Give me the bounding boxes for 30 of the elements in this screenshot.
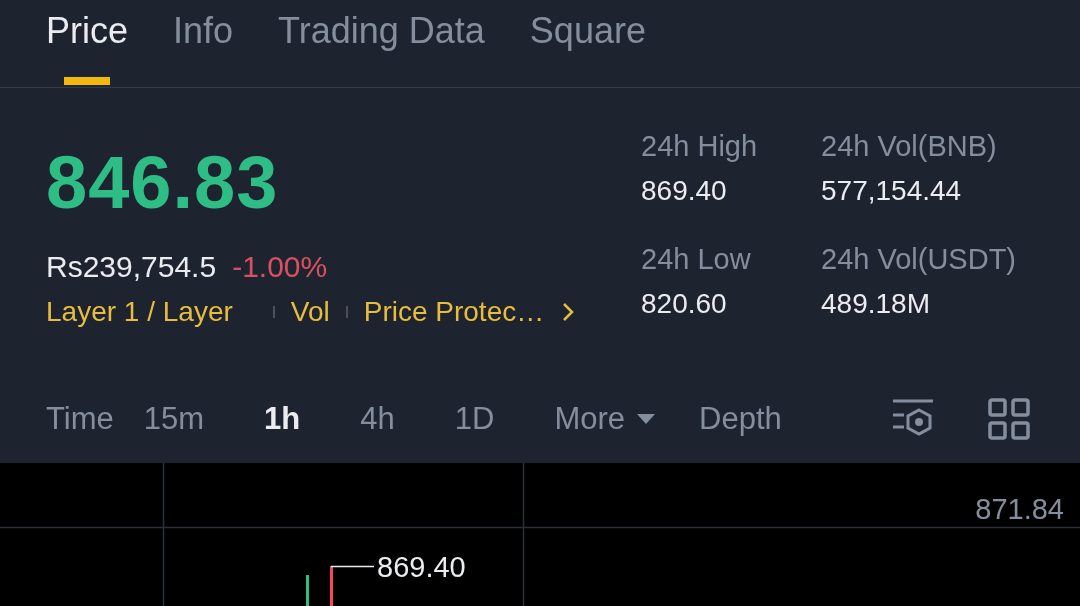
interval-tab[interactable]: 1D: [454, 401, 495, 437]
grid-icon[interactable]: [986, 398, 1032, 440]
last-price: 846.83: [46, 140, 280, 226]
tag-link[interactable]: Price Protec…: [363, 296, 545, 328]
caret-icon: [637, 413, 655, 425]
tab[interactable]: Trading Data: [278, 0, 485, 87]
tag-link[interactable]: Vol: [290, 296, 330, 328]
stat-label: 24h High: [641, 130, 759, 163]
stat-value: 820.60: [641, 288, 728, 320]
more-dropdown[interactable]: More: [554, 401, 655, 437]
stat-value: 489.18M: [821, 288, 931, 320]
interval-tab[interactable]: 1h: [264, 401, 301, 437]
stat-label: 24h Vol(BNB): [821, 130, 998, 163]
price-change: -1.00%: [232, 250, 328, 284]
stat-label: 24h Low: [641, 243, 752, 276]
tab[interactable]: Square: [529, 0, 646, 87]
interval-tab[interactable]: Depth: [699, 401, 782, 437]
fiat-price: Rs239,754.5: [46, 250, 217, 284]
tab[interactable]: Price: [46, 0, 129, 87]
candlestick-drawing: [306, 565, 375, 606]
interval-tab[interactable]: 15m: [143, 401, 205, 437]
high-price-marker: 869.40: [377, 551, 466, 584]
interval-tab[interactable]: Time: [46, 401, 114, 437]
price-axis-label: 871.84: [975, 493, 1064, 526]
tab[interactable]: Info: [173, 0, 234, 87]
stat-label: 24h Vol(USDT): [821, 243, 1017, 276]
stat-value: 869.40: [641, 175, 728, 207]
stat-value: 577,154.44: [821, 175, 963, 207]
interval-tab[interactable]: 4h: [360, 401, 395, 437]
tag-link[interactable]: Layer 1 / Layer: [46, 296, 233, 328]
